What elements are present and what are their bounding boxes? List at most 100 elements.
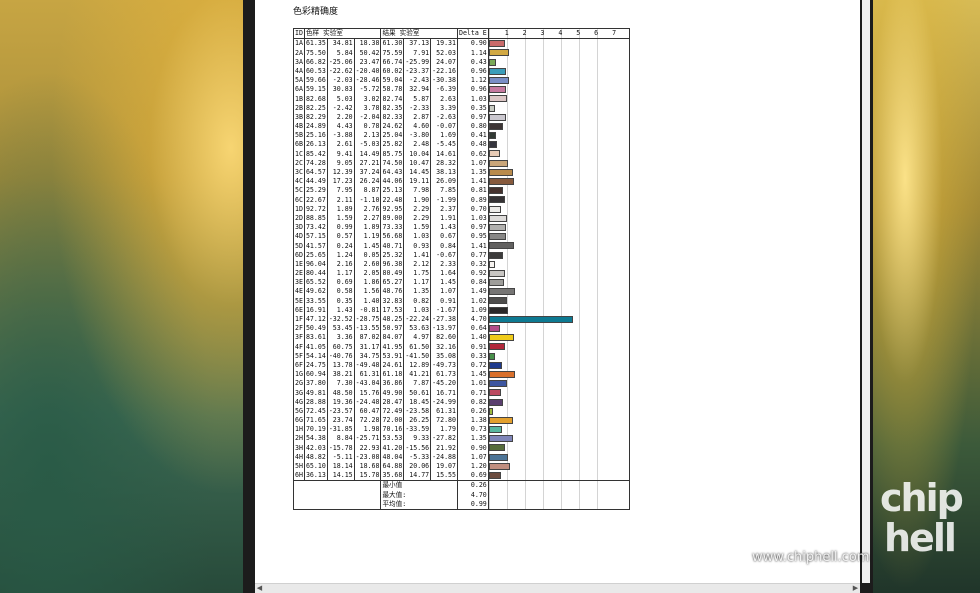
cell-l2: 89.00 [380, 213, 405, 223]
scroll-right-icon[interactable]: ▶ [851, 584, 860, 593]
cell-a2: 12.89 [403, 360, 432, 370]
cell-bar [487, 38, 630, 49]
cell-a2: 7.98 [403, 186, 432, 196]
cell-de: 1.02 [456, 296, 489, 306]
delta-e-bar [489, 269, 506, 277]
cell-b: 2.60 [353, 259, 382, 269]
cell-b2: 2.37 [430, 204, 458, 214]
cell-b: 1.56 [353, 287, 382, 297]
cell-de: 0.84 [456, 278, 489, 288]
header-id: ID [293, 27, 305, 40]
cell-l: 24.89 [303, 121, 328, 132]
cell-b2: -0.67 [430, 250, 458, 260]
cell-l: 26.13 [303, 140, 328, 150]
cell-l: 75.50 [303, 48, 328, 58]
cell-id: 5H [293, 461, 305, 471]
cell-l2: 70.16 [380, 425, 405, 435]
cell-b2: 3.39 [430, 103, 458, 113]
cell-l2: 35.68 [380, 471, 405, 481]
cell-l: 92.72 [303, 204, 328, 214]
cell-de: 0.69 [456, 471, 489, 481]
delta-e-bar [489, 435, 513, 443]
cell-bar [487, 471, 630, 481]
cell-l2: 96.38 [380, 259, 405, 269]
table-row: 6A 59.15 30.83 -5.72 58.78 32.94 -6.39 0.96 [293, 85, 630, 95]
table-row: 4F 41.05 60.75 31.17 41.95 61.50 32.16 0.91 [293, 342, 630, 352]
cell-b: -28.46 [353, 75, 382, 86]
cell-a: -23.57 [326, 406, 355, 416]
cell-id: 2A [293, 48, 305, 58]
cell-a: 34.81 [326, 38, 355, 49]
cell-l2: 64.88 [380, 461, 405, 471]
cell-l: 64.57 [303, 167, 328, 177]
cell-b: 50.42 [353, 48, 382, 58]
cell-l2: 28.47 [380, 397, 405, 407]
cell-l: 50.49 [303, 324, 328, 334]
cell-l: 82.68 [303, 94, 328, 104]
cell-a: -32.52 [326, 314, 355, 324]
cell-a2: 50.61 [403, 388, 432, 398]
cell-l: 59.66 [303, 75, 328, 86]
cell-a2: 1.17 [403, 278, 432, 288]
cell-b: -43.04 [353, 379, 382, 389]
cell-de: 0.90 [456, 443, 489, 453]
cell-l: 33.55 [303, 296, 328, 306]
table-row: 5E 33.55 0.35 1.40 32.83 0.82 0.91 1.02 [293, 296, 630, 306]
summary-blank [292, 499, 382, 510]
cell-a2: 0.82 [403, 296, 432, 306]
cell-a: 38.21 [326, 369, 355, 380]
cell-a: 4.43 [326, 121, 355, 132]
cell-a: 3.36 [326, 333, 355, 343]
cell-b: 8.87 [353, 186, 382, 196]
table-row: 5D 41.57 0.24 1.45 40.71 0.93 0.84 1.41 [293, 241, 630, 251]
cell-a2: -2.33 [403, 103, 432, 113]
cell-de: 1.35 [456, 434, 489, 444]
cell-bar [487, 112, 630, 122]
delta-e-bar [489, 132, 497, 140]
table-row: 3F 83.61 3.36 87.02 84.07 4.97 82.60 1.40 [293, 333, 630, 343]
cell-bar [487, 131, 630, 141]
cell-id: 4D [293, 232, 305, 242]
table-row: 6H 36.13 14.15 15.78 35.68 14.77 15.55 0.69 [293, 471, 630, 481]
cell-b2: -45.20 [430, 379, 458, 389]
cell-b: 23.47 [353, 57, 382, 67]
vertical-scrollbar[interactable] [862, 0, 870, 583]
summary-blank [292, 490, 382, 500]
delta-e-bar [489, 205, 502, 213]
cell-l: 54.14 [303, 351, 328, 361]
scroll-left-icon[interactable]: ◀ [255, 584, 264, 593]
cell-l: 49.81 [303, 388, 328, 398]
watermark-text: www.chiphell.com [752, 550, 870, 565]
cell-bar [487, 369, 630, 380]
table-row: 5F 54.14 -40.76 34.75 53.91 -41.50 35.08 0.33 [293, 351, 630, 361]
cell-id: 4B [293, 121, 305, 132]
table-row: 6F 24.75 13.78 -49.48 24.61 12.89 -49.73 0.72 [293, 360, 630, 370]
delta-e-bar [489, 168, 513, 176]
cell-a: 1.89 [326, 204, 355, 214]
cell-bar [487, 314, 630, 324]
cell-de: 0.72 [456, 360, 489, 370]
cell-l: 59.15 [303, 85, 328, 95]
cell-bar [487, 259, 630, 269]
cell-b: 31.17 [353, 342, 382, 352]
cell-a: -5.11 [326, 452, 355, 462]
cell-b2: -13.97 [430, 324, 458, 334]
cell-b2: -27.82 [430, 434, 458, 444]
table-row: 5G 72.45 -23.57 60.47 72.49 -23.58 61.31 0.26 [293, 406, 630, 416]
cell-b: 0.78 [353, 121, 382, 132]
cell-id: 6A [293, 85, 305, 95]
cell-a2: 1.03 [403, 232, 432, 242]
cell-l2: 85.75 [380, 149, 405, 159]
delta-e-bar [489, 315, 573, 323]
delta-e-bar [489, 380, 507, 388]
cell-a: 9.05 [326, 158, 355, 168]
summary-row: 最大值: 4.70 [292, 490, 630, 500]
cell-a2: 10.04 [403, 149, 432, 159]
cell-de: 1.03 [456, 213, 489, 223]
horizontal-scrollbar[interactable]: ◀ ▶ [255, 583, 860, 593]
table-row: 4A 60.53 -22.62 -20.40 60.02 -23.37 -22.16 0.96 [293, 66, 630, 76]
cell-a2: 1.75 [403, 268, 432, 279]
cell-bar [487, 388, 630, 398]
cell-bar [487, 425, 630, 435]
cell-b2: 82.60 [430, 333, 458, 343]
